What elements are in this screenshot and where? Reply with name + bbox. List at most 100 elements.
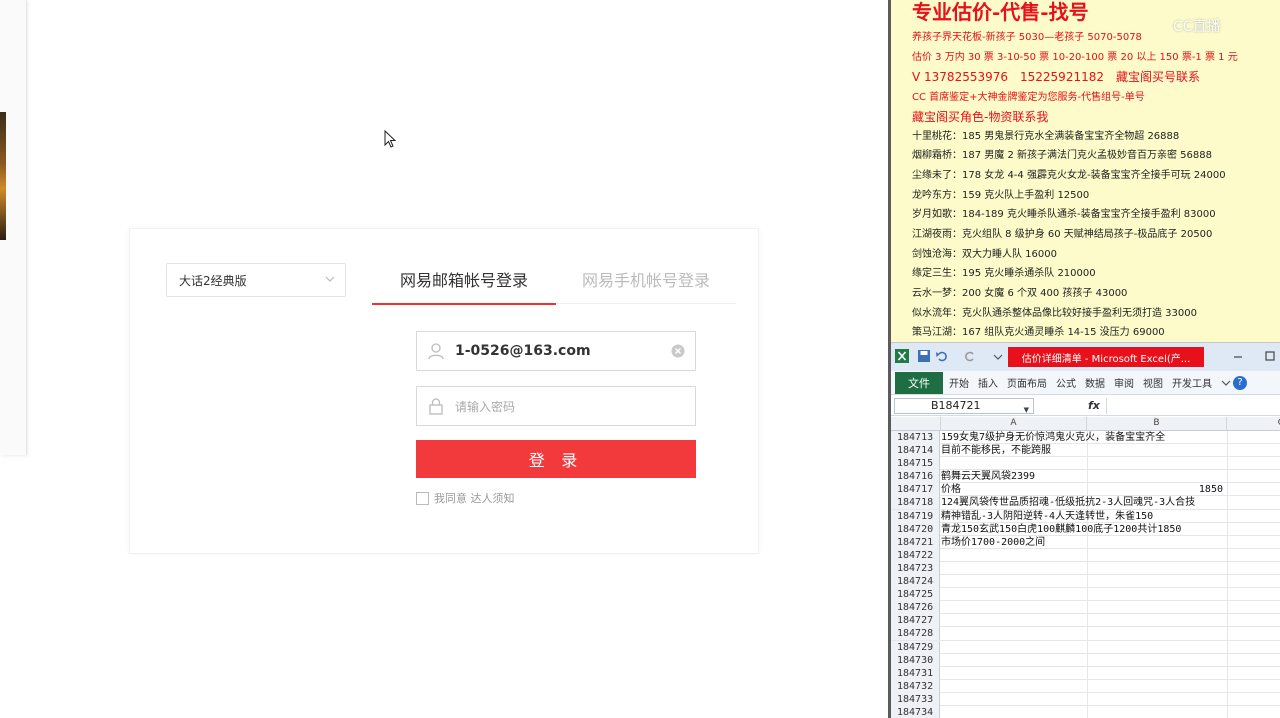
- tab-data[interactable]: 数据: [1085, 375, 1105, 390]
- formula-input[interactable]: [1105, 397, 1280, 414]
- cell-a[interactable]: 鹤舞云天翼风袋2399: [941, 470, 1035, 483]
- maximize-icon[interactable]: [1263, 349, 1277, 363]
- game-version-select[interactable]: 大话2经典版: [166, 263, 346, 297]
- table-row[interactable]: 184723: [891, 561, 1280, 576]
- table-row[interactable]: 184714 目前不能移民，不能跨服: [891, 444, 1280, 458]
- row-header[interactable]: 184714: [891, 444, 940, 458]
- row-header[interactable]: 184728: [891, 627, 940, 641]
- name-box-dropdown-icon[interactable]: ▼: [1024, 403, 1029, 417]
- row-header[interactable]: 184718: [891, 496, 940, 510]
- fx-icon[interactable]: fx: [1088, 399, 1100, 412]
- tab-phone-login[interactable]: 网易手机帐号登录: [556, 270, 736, 292]
- row-header[interactable]: 184727: [891, 614, 940, 628]
- row-header[interactable]: 184716: [891, 470, 940, 484]
- table-row[interactable]: 184731: [891, 666, 1280, 680]
- cell-a[interactable]: 目前不能移民，不能跨服: [941, 444, 1051, 457]
- column-header-b[interactable]: B: [1087, 417, 1227, 431]
- password-field[interactable]: 请输入密码: [416, 386, 696, 426]
- username-field[interactable]: 1-0526@163.com: [416, 331, 696, 371]
- table-row[interactable]: 184716 鹤舞云天翼风袋2399: [891, 470, 1280, 484]
- redo-icon[interactable]: [963, 349, 977, 363]
- mouse-cursor-icon: [384, 130, 396, 148]
- cell-a[interactable]: 159女鬼7级护身无价惊鸿鬼火克火，装备宝宝齐全: [941, 431, 1165, 444]
- row-header[interactable]: 184734: [891, 705, 940, 718]
- row-header[interactable]: 184726: [891, 601, 940, 615]
- tab-insert[interactable]: 插入: [978, 375, 998, 390]
- table-row[interactable]: 184717 价格 1850: [891, 483, 1280, 497]
- cell-a[interactable]: 124翼风袋传世品质招魂-低级抵抗2-3人回魂咒-3人合技: [941, 496, 1195, 509]
- tab-formulas[interactable]: 公式: [1056, 375, 1076, 390]
- agree-checkbox[interactable]: [416, 491, 429, 505]
- column-header-a[interactable]: A: [941, 417, 1087, 431]
- row-header[interactable]: 184713: [891, 431, 940, 444]
- cell-a[interactable]: 价格: [941, 483, 961, 496]
- column-header-c[interactable]: C: [1227, 417, 1280, 431]
- row-header[interactable]: 184717: [891, 483, 940, 497]
- ad-line: 烟柳霜桥：187 男魔 2 新孩子满法门克火孟极妙音百万亲密 56888: [912, 150, 1212, 161]
- tab-home[interactable]: 开始: [949, 375, 969, 390]
- table-row[interactable]: 184726: [891, 601, 1280, 615]
- clear-input-icon[interactable]: [671, 344, 685, 358]
- tab-page-layout[interactable]: 页面布局: [1007, 375, 1047, 390]
- row-header[interactable]: 184722: [891, 548, 940, 562]
- cell-a[interactable]: 精神错乱-3人阴阳逆转-4人天逢转世，朱雀150: [941, 510, 1153, 523]
- login-button[interactable]: 登 录: [416, 440, 696, 478]
- table-row[interactable]: 184719 精神错乱-3人阴阳逆转-4人天逢转世，朱雀150: [891, 509, 1280, 523]
- cell-a[interactable]: 市场价1700-2000之间: [941, 536, 1045, 549]
- table-row[interactable]: 184727: [891, 614, 1280, 628]
- excel-title-bar: 估价详细清单 - Microsoft Excel(产...: [891, 343, 1280, 371]
- undo-icon[interactable]: [935, 349, 949, 363]
- name-box[interactable]: B184721 ▼: [894, 397, 1034, 417]
- table-row[interactable]: 184732: [891, 679, 1280, 693]
- ad-line: 剑蚀沧海：双大力睡人队 16000: [912, 249, 1057, 260]
- tab-view[interactable]: 视图: [1143, 375, 1163, 390]
- help-icon[interactable]: ?: [1233, 375, 1247, 390]
- table-row[interactable]: 184734: [891, 705, 1280, 718]
- ad-title: 专业估价-代售-找号: [912, 0, 1089, 24]
- username-value: 1-0526@163.com: [455, 343, 591, 359]
- table-row[interactable]: 184721 市场价1700-2000之间: [891, 535, 1280, 549]
- formula-bar: B184721 ▼ fx: [891, 396, 1280, 416]
- row-header[interactable]: 184720: [891, 522, 940, 536]
- row-header[interactable]: 184715: [891, 457, 940, 471]
- minimize-icon[interactable]: [1231, 349, 1245, 363]
- table-row[interactable]: 184715: [891, 457, 1280, 471]
- table-row[interactable]: 184733: [891, 692, 1280, 706]
- table-row[interactable]: 184729: [891, 640, 1280, 654]
- ad-line: 龙吟东方：159 克火队上手盈利 12500: [912, 190, 1090, 201]
- table-row[interactable]: 184713 159女鬼7级护身无价惊鸿鬼火克火，装备宝宝齐全: [891, 431, 1280, 445]
- tab-review[interactable]: 审阅: [1114, 375, 1134, 390]
- table-row[interactable]: 184718 124翼风袋传世品质招魂-低级抵抗2-3人回魂咒-3人合技: [891, 496, 1280, 510]
- row-header[interactable]: 184729: [891, 640, 940, 654]
- chevron-down-icon: [325, 276, 335, 282]
- row-header[interactable]: 184725: [891, 588, 940, 602]
- ribbon-collapse-icon[interactable]: [1221, 378, 1231, 388]
- save-icon[interactable]: [917, 349, 931, 363]
- tab-email-login[interactable]: 网易邮箱帐号登录: [372, 270, 556, 292]
- row-header[interactable]: 184730: [891, 653, 940, 667]
- table-row[interactable]: 184728: [891, 627, 1280, 641]
- tab-file[interactable]: 文件: [895, 371, 943, 394]
- side-thumbnail-image: [0, 112, 6, 240]
- table-row[interactable]: 184722: [891, 548, 1280, 562]
- cell-a[interactable]: 青龙150玄武150白虎100麒麟100底子1200共计1850: [941, 523, 1181, 536]
- row-header[interactable]: 184719: [891, 509, 940, 523]
- chevron-down-icon[interactable]: [991, 349, 1005, 363]
- document-title: 估价详细清单 - Microsoft Excel(产...: [1008, 347, 1204, 367]
- agree-terms[interactable]: 我同意 达人须知: [416, 490, 515, 506]
- row-header[interactable]: 184721: [891, 535, 940, 549]
- row-header[interactable]: 184733: [891, 692, 940, 706]
- table-row[interactable]: 184720 青龙150玄武150白虎100麒麟100底子1200共计1850: [891, 522, 1280, 536]
- ad-line: 缘定三生：195 克火睡杀通杀队 210000: [912, 268, 1096, 279]
- row-header[interactable]: 184724: [891, 575, 940, 589]
- table-row[interactable]: 184730: [891, 653, 1280, 667]
- table-row[interactable]: 184724: [891, 575, 1280, 589]
- row-header[interactable]: 184732: [891, 679, 940, 693]
- table-row[interactable]: 184725: [891, 588, 1280, 602]
- tab-developer[interactable]: 开发工具: [1172, 375, 1212, 390]
- select-all-corner[interactable]: [891, 417, 941, 431]
- row-header[interactable]: 184731: [891, 666, 940, 680]
- ad-line: 江湖夜雨：克火组队 8 级护身 60 天赋神结局孩子-极品底子 20500: [912, 229, 1213, 240]
- row-header[interactable]: 184723: [891, 561, 940, 575]
- cell-b[interactable]: 1850: [1181, 483, 1223, 496]
